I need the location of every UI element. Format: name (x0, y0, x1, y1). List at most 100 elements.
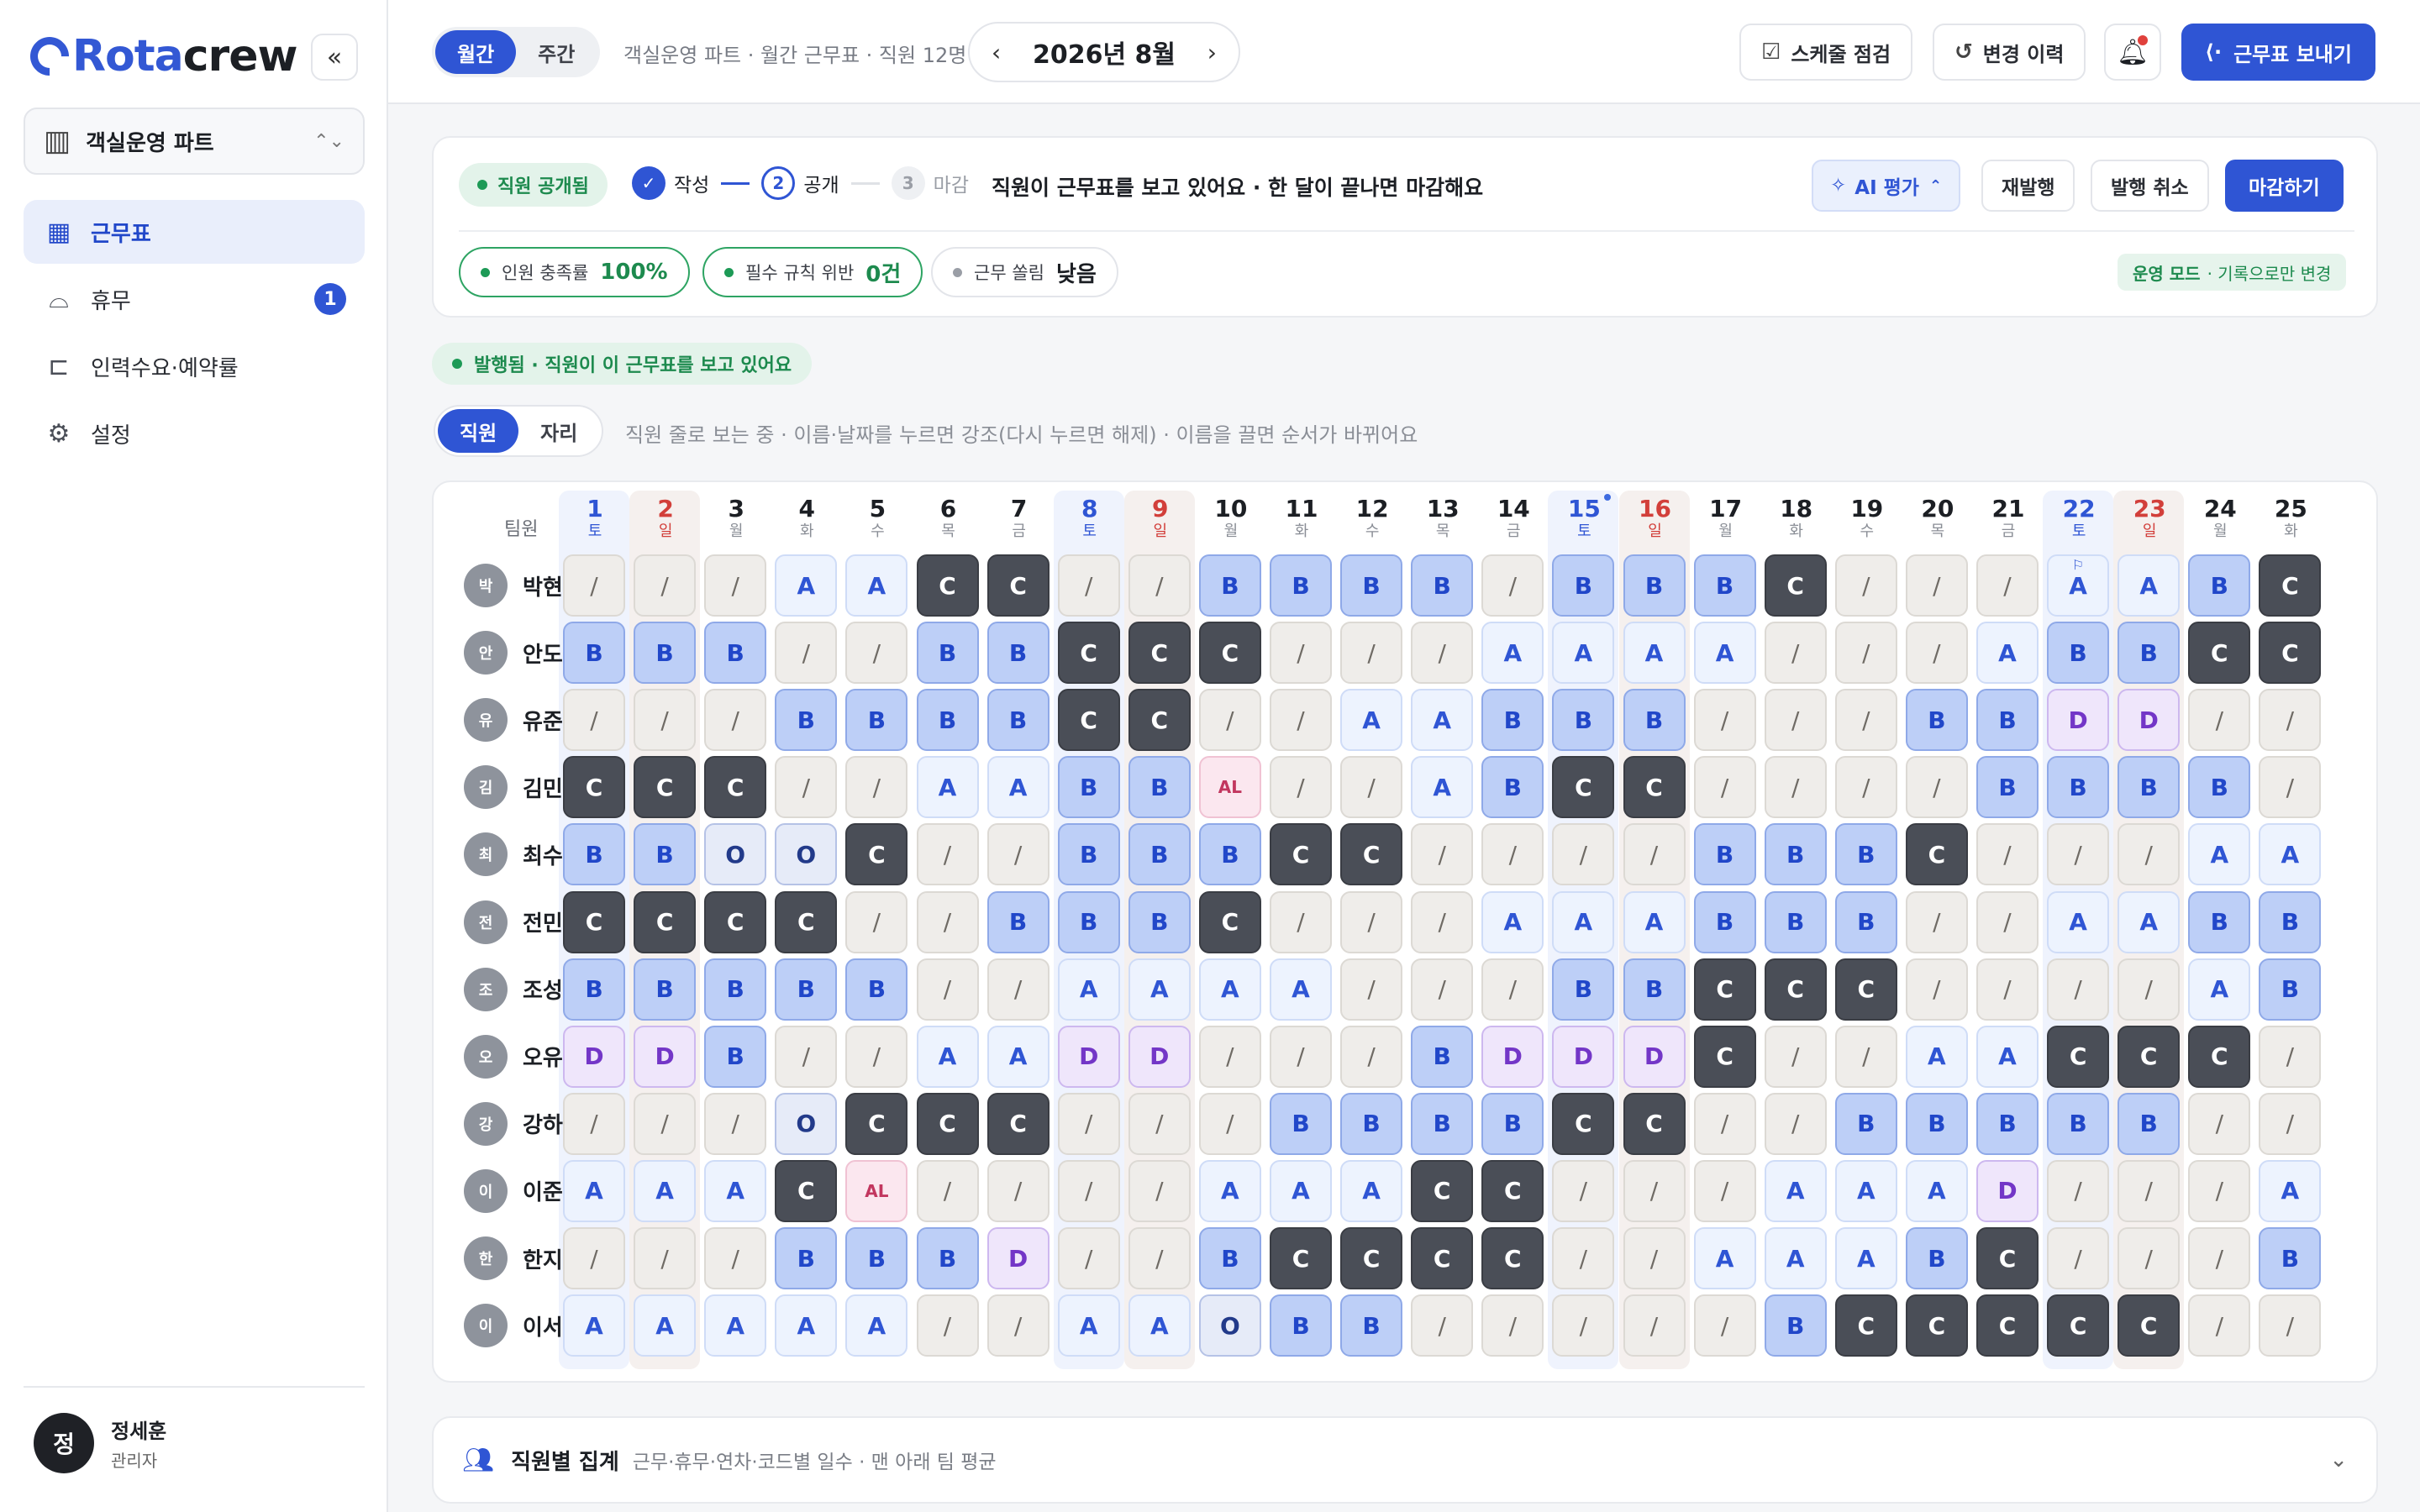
shift-cell[interactable]: / (1411, 1294, 1474, 1357)
tab-weekly[interactable]: 주간 (516, 30, 597, 74)
shift-cell[interactable]: C (2259, 554, 2322, 617)
shift-cell[interactable]: A (916, 756, 979, 819)
shift-cell[interactable]: C (1411, 1159, 1474, 1222)
shift-cell[interactable]: A (1834, 1227, 1897, 1289)
sidebar-item-1[interactable]: ⌓ 휴무 1 (24, 267, 365, 331)
shift-cell[interactable]: B (1976, 689, 2039, 752)
sidebar-item-0[interactable]: ▦ 근무표 (24, 200, 365, 264)
shift-cell[interactable]: A (1693, 1227, 1756, 1289)
shift-cell[interactable]: A (1270, 1159, 1332, 1222)
shift-cell[interactable]: B (634, 958, 697, 1021)
shift-cell[interactable]: B (1411, 554, 1474, 617)
day-header[interactable]: 13 목 (1409, 496, 1476, 541)
shift-cell[interactable]: C (2188, 622, 2251, 685)
shift-cell[interactable]: C (1128, 622, 1191, 685)
shift-cell[interactable]: B (1623, 554, 1686, 617)
shift-cell[interactable]: C (563, 756, 625, 819)
shift-cell[interactable]: C (1198, 890, 1261, 953)
shift-cell[interactable]: A (1411, 689, 1474, 752)
shift-cell[interactable]: / (2188, 1294, 2251, 1357)
shift-cell[interactable]: / (634, 554, 697, 617)
shift-cell[interactable]: C (1340, 1227, 1403, 1289)
shift-cell[interactable]: B (2118, 1092, 2181, 1155)
shift-cell[interactable]: A (1905, 1159, 1968, 1222)
shift-cell[interactable]: B (1340, 1294, 1403, 1357)
shift-cell[interactable]: / (845, 890, 908, 953)
shift-cell[interactable]: B (1834, 1092, 1897, 1155)
shift-cell[interactable]: B (2259, 1227, 2322, 1289)
shift-cell[interactable]: B (1623, 958, 1686, 1021)
shift-cell[interactable]: B (1128, 890, 1191, 953)
shift-cell[interactable]: A (1411, 756, 1474, 819)
shift-cell[interactable]: B (916, 622, 979, 685)
shift-cell[interactable]: B (2259, 958, 2322, 1021)
shift-cell[interactable]: / (563, 1227, 625, 1289)
shift-cell[interactable]: C (1411, 1227, 1474, 1289)
shift-cell[interactable]: C (1552, 1092, 1615, 1155)
shift-cell[interactable]: B (1905, 1227, 1968, 1289)
shift-cell[interactable]: B (1481, 1092, 1544, 1155)
shift-cell[interactable]: / (1340, 1025, 1403, 1088)
shift-cell[interactable]: / (1764, 756, 1827, 819)
user-profile[interactable]: 정 정세훈 관리자 (34, 1413, 166, 1473)
day-header[interactable]: 10 월 (1197, 496, 1265, 541)
prev-month-icon[interactable]: ‹ (992, 39, 1001, 66)
shift-cell[interactable]: A (2047, 890, 2110, 953)
shift-cell[interactable]: C (1198, 622, 1261, 685)
shift-cell[interactable]: B (1270, 1092, 1332, 1155)
shift-cell[interactable]: / (2188, 1092, 2251, 1155)
shift-cell[interactable]: B (704, 1025, 767, 1088)
shift-cell[interactable]: B (986, 689, 1050, 752)
staff-summary-panel[interactable]: 👥︎ 직원별 집계 근무·휴무·연차·코드별 일수 · 맨 아래 팀 평균 ⌄ (432, 1416, 2378, 1504)
shift-cell[interactable]: / (1976, 958, 2039, 1021)
shift-cell[interactable]: / (2188, 1227, 2251, 1289)
shift-cell[interactable]: / (634, 1092, 697, 1155)
shift-cell[interactable]: / (2118, 958, 2181, 1021)
day-header[interactable]: 7금 (986, 496, 1053, 541)
shift-cell[interactable]: / (1834, 756, 1897, 819)
shift-cell[interactable]: C (986, 1092, 1050, 1155)
shift-cell[interactable]: A (1270, 958, 1332, 1021)
shift-cell[interactable]: / (1764, 1092, 1827, 1155)
republish-button[interactable]: 재발행 (1981, 160, 2075, 212)
day-header[interactable]: 14 금 (1480, 496, 1547, 541)
shift-cell[interactable]: C (1340, 823, 1403, 886)
shift-cell[interactable]: B (845, 958, 908, 1021)
shift-cell[interactable]: C (563, 890, 625, 953)
tab-monthly[interactable]: 월간 (435, 30, 517, 74)
shift-cell[interactable]: B (986, 890, 1050, 953)
shift-cell[interactable]: C (1764, 958, 1827, 1021)
shift-cell[interactable]: / (1976, 554, 2039, 617)
shift-cell[interactable]: / (916, 1159, 979, 1222)
shift-cell[interactable]: / (845, 756, 908, 819)
tab-seat-view[interactable]: 자리 (518, 409, 599, 453)
day-header[interactable]: 12 수 (1339, 496, 1406, 541)
brand-logo[interactable]: Rotacrew (22, 29, 297, 84)
sidebar-item-2[interactable]: ⊏ 인력수요·예약률 (24, 334, 365, 398)
tab-staff-view[interactable]: 직원 (438, 409, 519, 453)
shift-cell[interactable]: A (563, 1159, 625, 1222)
shift-cell[interactable]: O (775, 823, 838, 886)
shift-cell[interactable]: / (1693, 1092, 1756, 1155)
shift-cell[interactable]: A (775, 1294, 838, 1357)
shift-cell[interactable]: / (845, 622, 908, 685)
shift-cell[interactable]: D (2118, 689, 2181, 752)
shift-cell[interactable]: B (2188, 756, 2251, 819)
shift-cell[interactable]: / (1198, 1092, 1261, 1155)
shift-cell[interactable]: / (2118, 1227, 2181, 1289)
shift-cell[interactable]: / (1905, 958, 1968, 1021)
shift-cell[interactable]: / (1270, 689, 1332, 752)
shift-cell[interactable]: / (1552, 823, 1615, 886)
shift-cell[interactable]: / (1128, 1227, 1191, 1289)
shift-cell[interactable]: / (2047, 823, 2110, 886)
shift-cell[interactable]: D (1976, 1159, 2039, 1222)
shift-cell[interactable]: / (1905, 890, 1968, 953)
shift-cell[interactable]: / (1834, 622, 1897, 685)
shift-cell[interactable]: / (916, 958, 979, 1021)
shift-cell[interactable]: / (1198, 1025, 1261, 1088)
shift-cell[interactable]: A (2188, 958, 2251, 1021)
shift-cell[interactable]: / (1976, 890, 2039, 953)
shift-cell[interactable]: C (1764, 554, 1827, 617)
shift-cell[interactable]: / (1552, 1294, 1615, 1357)
shift-cell[interactable]: / (916, 1294, 979, 1357)
